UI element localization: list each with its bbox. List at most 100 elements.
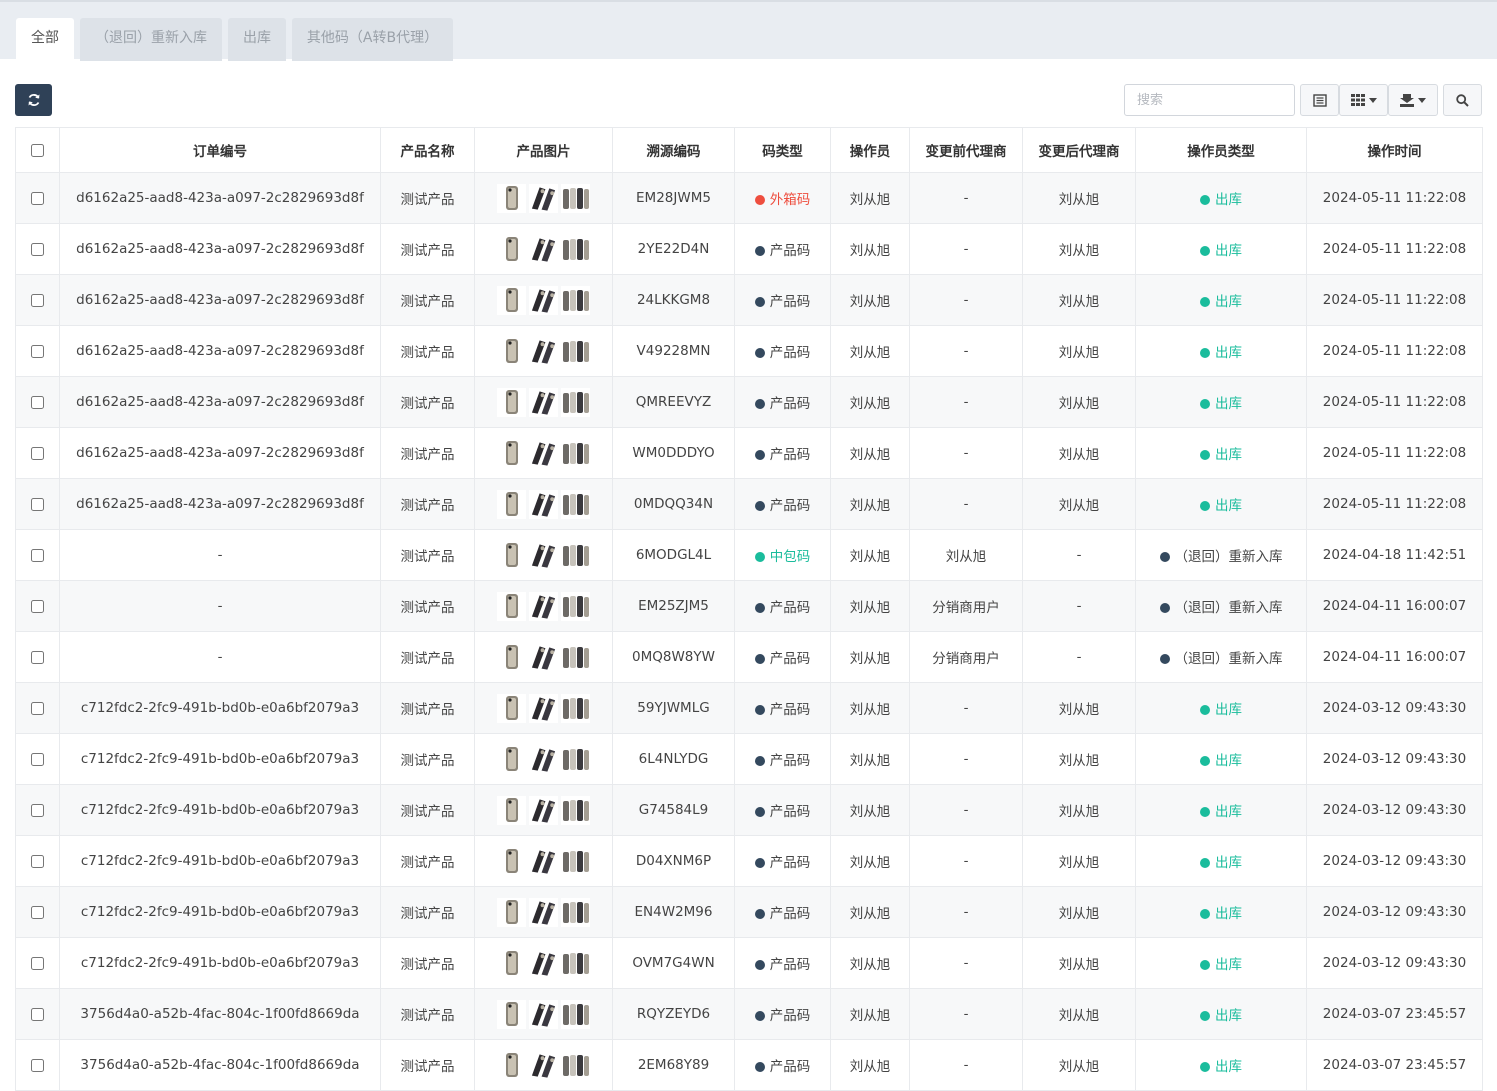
search-input[interactable] [1124,84,1295,116]
product-thumbnail[interactable] [529,948,558,978]
table-row[interactable]: d6162a25-aad8-423a-a097-2c2829693d8f 测试产品… [15,376,1483,428]
product-thumbnail[interactable] [561,591,590,621]
col-product-name[interactable]: 产品名称 [380,127,475,173]
tab-return-restock[interactable]: （退回）重新入库 [80,18,222,61]
row-checkbox[interactable] [31,395,44,409]
tab-outbound[interactable]: 出库 [228,18,286,61]
product-thumbnail[interactable] [561,846,590,876]
product-thumbnail[interactable] [497,234,526,264]
col-code-type[interactable]: 码类型 [734,127,831,173]
row-checkbox[interactable] [31,191,44,205]
export-button[interactable] [1388,84,1438,116]
product-thumbnail[interactable] [497,591,526,621]
product-thumbnail[interactable] [529,285,558,315]
product-thumbnail[interactable] [497,897,526,927]
product-thumbnail[interactable] [561,285,590,315]
table-row[interactable]: - 测试产品 6MODGL4L 中包码 刘从旭 刘从旭 - （退回）重新入库 2024-04-1… [15,529,1483,581]
product-thumbnail[interactable] [561,744,590,774]
row-checkbox[interactable] [31,650,44,664]
product-thumbnail[interactable] [529,591,558,621]
table-row[interactable]: d6162a25-aad8-423a-a097-2c2829693d8f 测试产品… [15,478,1483,530]
product-thumbnail[interactable] [561,540,590,570]
table-row[interactable]: 3756d4a0-a52b-4fac-804c-1f00fd8669da 测试产品… [15,988,1483,1040]
product-thumbnail[interactable] [529,489,558,519]
product-thumbnail[interactable] [529,897,558,927]
product-thumbnail[interactable] [497,846,526,876]
product-thumbnail[interactable] [561,234,590,264]
table-row[interactable]: d6162a25-aad8-423a-a097-2c2829693d8f 测试产品… [15,325,1483,377]
product-thumbnail[interactable] [497,489,526,519]
table-row[interactable]: d6162a25-aad8-423a-a097-2c2829693d8f 测试产品… [15,427,1483,479]
row-checkbox[interactable] [31,752,44,766]
product-thumbnail[interactable] [561,795,590,825]
product-thumbnail[interactable] [561,897,590,927]
product-thumbnail[interactable] [529,999,558,1029]
tab-other-codes[interactable]: 其他码（A转B代理） [292,18,453,61]
product-thumbnail[interactable] [497,1050,526,1080]
product-thumbnail[interactable] [529,540,558,570]
col-order-number[interactable]: 订单编号 [59,127,381,173]
product-thumbnail[interactable] [497,387,526,417]
product-thumbnail[interactable] [497,183,526,213]
product-thumbnail[interactable] [497,744,526,774]
product-thumbnail[interactable] [529,744,558,774]
row-checkbox[interactable] [31,1007,44,1021]
product-thumbnail[interactable] [497,693,526,723]
product-thumbnail[interactable] [561,1050,590,1080]
table-row[interactable]: c712fdc2-2fc9-491b-bd0b-e0a6bf2079a3 测试产品… [15,682,1483,734]
tab-all[interactable]: 全部 [16,18,74,61]
product-thumbnail[interactable] [497,642,526,672]
row-checkbox[interactable] [31,497,44,511]
col-agent-after[interactable]: 变更后代理商 [1022,127,1136,173]
select-all-checkbox[interactable] [31,143,44,157]
product-thumbnail[interactable] [561,999,590,1029]
product-thumbnail[interactable] [561,336,590,366]
product-thumbnail[interactable] [529,438,558,468]
product-thumbnail[interactable] [561,642,590,672]
product-thumbnail[interactable] [529,183,558,213]
col-operator-type[interactable]: 操作员类型 [1135,127,1307,173]
table-row[interactable]: c712fdc2-2fc9-491b-bd0b-e0a6bf2079a3 测试产品… [15,733,1483,785]
product-thumbnail[interactable] [561,489,590,519]
product-thumbnail[interactable] [529,234,558,264]
col-operation-time[interactable]: 操作时间 [1306,127,1483,173]
row-checkbox[interactable] [31,548,44,562]
product-thumbnail[interactable] [497,540,526,570]
product-thumbnail[interactable] [497,438,526,468]
col-trace-code[interactable]: 溯源编码 [612,127,735,173]
row-checkbox[interactable] [31,242,44,256]
row-checkbox[interactable] [31,701,44,715]
product-thumbnail[interactable] [497,336,526,366]
product-thumbnail[interactable] [529,387,558,417]
product-thumbnail[interactable] [529,642,558,672]
product-thumbnail[interactable] [497,999,526,1029]
table-row[interactable]: d6162a25-aad8-423a-a097-2c2829693d8f 测试产品… [15,223,1483,275]
row-checkbox[interactable] [31,599,44,613]
table-row[interactable]: - 测试产品 0MQ8W8YW 产品码 刘从旭 分销商用户 - （退回）重新入库 2024-04… [15,631,1483,683]
product-thumbnail[interactable] [529,846,558,876]
row-checkbox[interactable] [31,956,44,970]
product-thumbnail[interactable] [561,693,590,723]
product-thumbnail[interactable] [561,948,590,978]
row-checkbox[interactable] [31,803,44,817]
col-agent-before[interactable]: 变更前代理商 [909,127,1023,173]
product-thumbnail[interactable] [529,795,558,825]
table-row[interactable]: c712fdc2-2fc9-491b-bd0b-e0a6bf2079a3 测试产品… [15,835,1483,887]
table-row[interactable]: c712fdc2-2fc9-491b-bd0b-e0a6bf2079a3 测试产品… [15,937,1483,989]
refresh-button[interactable] [15,84,52,116]
table-row[interactable]: c712fdc2-2fc9-491b-bd0b-e0a6bf2079a3 测试产品… [15,886,1483,938]
row-checkbox[interactable] [31,446,44,460]
product-thumbnail[interactable] [561,183,590,213]
table-row[interactable]: d6162a25-aad8-423a-a097-2c2829693d8f 测试产品… [15,172,1483,224]
product-thumbnail[interactable] [497,948,526,978]
col-operator[interactable]: 操作员 [830,127,910,173]
product-thumbnail[interactable] [529,336,558,366]
product-thumbnail[interactable] [561,387,590,417]
toggle-view-button[interactable] [1300,84,1339,116]
table-row[interactable]: c712fdc2-2fc9-491b-bd0b-e0a6bf2079a3 测试产品… [15,784,1483,836]
table-row[interactable]: - 测试产品 EM25ZJM5 产品码 刘从旭 分销商用户 - （退回）重新入库 2024-04… [15,580,1483,632]
columns-button[interactable] [1339,84,1388,116]
product-thumbnail[interactable] [529,1050,558,1080]
product-thumbnail[interactable] [529,693,558,723]
product-thumbnail[interactable] [561,438,590,468]
